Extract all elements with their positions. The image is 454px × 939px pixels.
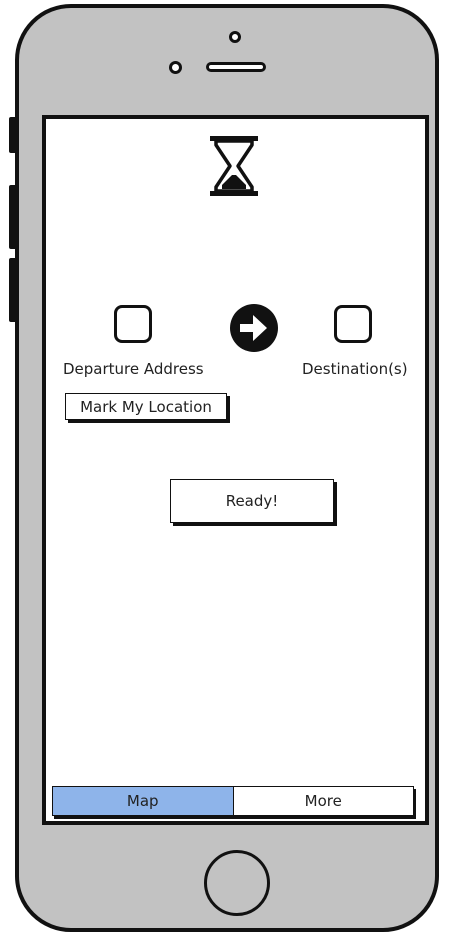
destination-checkbox[interactable]: [334, 305, 372, 343]
departure-address-label: Departure Address: [63, 360, 204, 378]
mark-my-location-button[interactable]: Mark My Location: [65, 393, 227, 420]
home-button[interactable]: [204, 850, 270, 916]
arrow-right-circle-icon[interactable]: [229, 303, 279, 353]
camera-icon: [229, 31, 241, 43]
sensor-icon: [169, 61, 182, 74]
phone-mockup: Departure Address Destination(s) Mark My…: [0, 0, 454, 939]
hourglass-icon: [210, 136, 258, 196]
tab-more[interactable]: More: [234, 787, 414, 815]
screen: [42, 115, 429, 825]
destination-label: Destination(s): [302, 360, 408, 378]
tab-bar: Map More: [52, 786, 414, 816]
departure-checkbox[interactable]: [114, 305, 152, 343]
speaker-grille: [206, 62, 266, 72]
tab-map[interactable]: Map: [53, 787, 234, 815]
ready-button[interactable]: Ready!: [170, 479, 334, 523]
